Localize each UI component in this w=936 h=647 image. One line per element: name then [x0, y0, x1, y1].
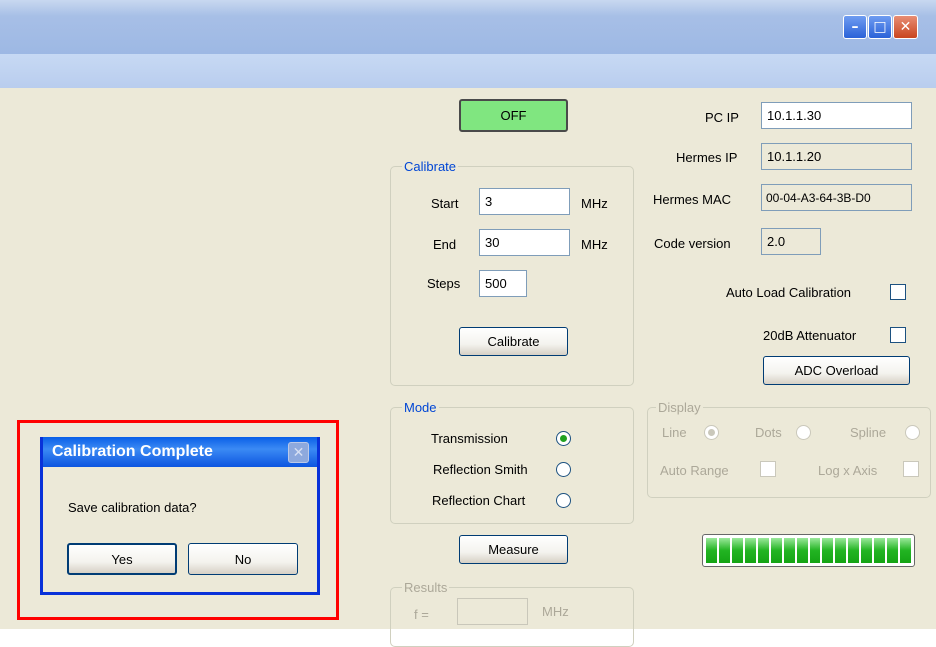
hermes-mac-field: 00-04-A3-64-3B-D0	[761, 184, 912, 211]
progress-segment	[757, 538, 769, 563]
progress-segment	[809, 538, 821, 563]
measure-button[interactable]: Measure	[459, 535, 568, 564]
log-x-label: Log x Axis	[818, 463, 878, 478]
calibrate-button[interactable]: Calibrate	[459, 327, 568, 356]
dialog-title: Calibration Complete	[43, 437, 317, 467]
mode-label-reflection-smith: Reflection Smith	[433, 462, 528, 477]
progress-segment	[822, 538, 834, 563]
dialog-no-button[interactable]: No	[188, 543, 298, 575]
calibrate-group-label: Calibrate	[402, 159, 459, 174]
auto-load-checkbox[interactable]	[890, 284, 906, 300]
progress-segment	[848, 538, 860, 563]
progress-segment	[731, 538, 743, 563]
progress-segment	[900, 538, 911, 563]
pc-ip-input[interactable]: 10.1.1.30	[761, 102, 912, 129]
mode-radio-reflection-chart[interactable]	[556, 493, 571, 508]
dialog-close-icon[interactable]: ✕	[288, 442, 309, 463]
dialog-yes-button[interactable]: Yes	[67, 543, 177, 575]
freq-result-field	[457, 598, 528, 625]
progress-segment	[783, 538, 795, 563]
progress-segment	[718, 538, 730, 563]
display-group-label: Display	[656, 400, 703, 415]
attenuator-label: 20dB Attenuator	[763, 328, 857, 343]
steps-input[interactable]: 500	[479, 270, 527, 297]
progress-segment	[796, 538, 808, 563]
progress-segment	[770, 538, 782, 563]
progress-segment	[744, 538, 756, 563]
minimize-button[interactable]: –	[843, 15, 867, 39]
progress-segment	[887, 538, 899, 563]
maximize-button[interactable]: □	[868, 15, 892, 39]
spline-radio[interactable]	[905, 425, 920, 440]
code-version-field: 2.0	[761, 228, 821, 255]
auto-load-label: Auto Load Calibration	[726, 285, 852, 300]
freq-result-label: f =	[414, 607, 429, 622]
progress-segment	[706, 538, 717, 563]
hermes-ip-label: Hermes IP	[676, 150, 738, 165]
code-version-label: Code version	[654, 236, 731, 251]
steps-label: Steps	[427, 276, 461, 291]
line-label: Line	[662, 425, 687, 440]
hermes-mac-label: Hermes MAC	[653, 192, 732, 207]
menu-bar	[0, 54, 936, 88]
mode-group-label: Mode	[402, 400, 439, 415]
start-label: Start	[431, 196, 459, 211]
mode-label-reflection-chart: Reflection Chart	[432, 493, 526, 508]
start-freq-input[interactable]: 3	[479, 188, 570, 215]
dots-label: Dots	[755, 425, 782, 440]
end-label: End	[433, 237, 457, 252]
mode-label-transmission: Transmission	[431, 431, 508, 446]
line-radio[interactable]	[704, 425, 719, 440]
hermes-ip-field: 10.1.1.20	[761, 143, 912, 170]
auto-range-checkbox[interactable]	[760, 461, 776, 477]
adc-overload-button[interactable]: ADC Overload	[763, 356, 910, 385]
mode-radio-transmission[interactable]	[556, 431, 571, 446]
close-window-button[interactable]: ✕	[893, 15, 918, 39]
freq-result-unit: MHz	[542, 604, 569, 619]
display-group	[647, 407, 931, 498]
title-bar	[0, 0, 936, 54]
dots-radio[interactable]	[796, 425, 811, 440]
calibration-complete-dialog: Calibration Complete ✕ Save calibration …	[40, 437, 320, 595]
power-toggle-button[interactable]: OFF	[459, 99, 568, 132]
auto-range-label: Auto Range	[660, 463, 729, 478]
start-unit: MHz	[581, 196, 608, 211]
dialog-message: Save calibration data?	[68, 500, 197, 515]
results-group-label: Results	[402, 580, 450, 595]
mode-radio-reflection-smith[interactable]	[556, 462, 571, 477]
log-x-checkbox[interactable]	[903, 461, 919, 477]
progress-segment	[861, 538, 873, 563]
progress-segment	[874, 538, 886, 563]
spline-label: Spline	[850, 425, 887, 440]
end-freq-input[interactable]: 30	[479, 229, 570, 256]
attenuator-checkbox[interactable]	[890, 327, 906, 343]
progress-segment	[835, 538, 847, 563]
pc-ip-label: PC IP	[705, 110, 739, 125]
progress-bar	[702, 534, 915, 567]
end-unit: MHz	[581, 237, 608, 252]
